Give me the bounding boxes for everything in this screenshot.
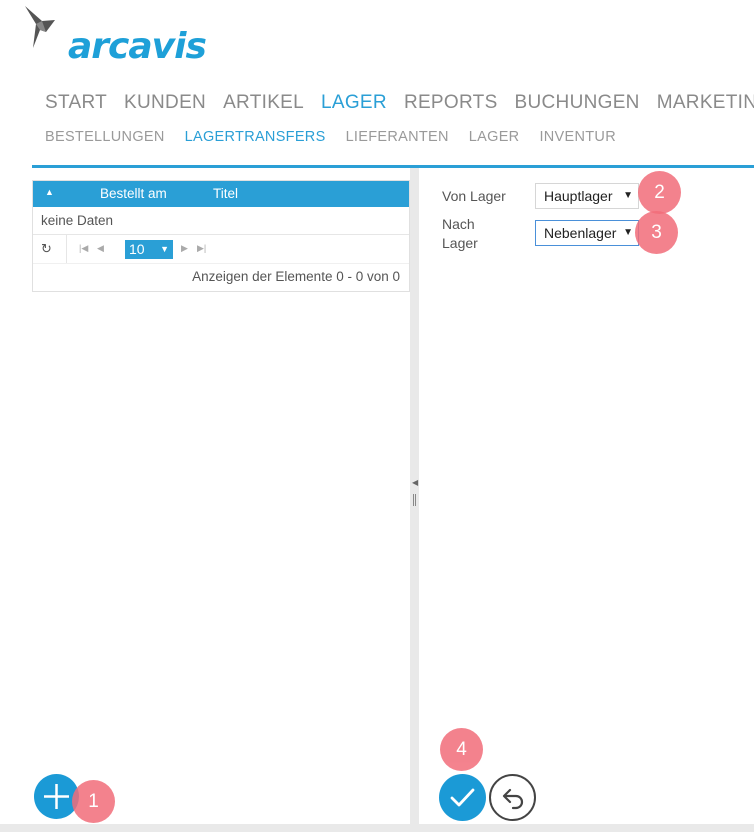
arcavis-logo: arcavis (22, 4, 207, 67)
callout-4: 4 (440, 728, 483, 771)
undo-icon (502, 788, 524, 810)
page-size-select[interactable]: 10 ▼ (125, 240, 173, 259)
pager-info: Anzeigen der Elemente 0 - 0 von 0 (192, 269, 400, 284)
splitter-grip[interactable] (413, 494, 416, 506)
callout-3: 3 (635, 211, 678, 254)
pager-separator (66, 235, 67, 263)
column-bestellt-am[interactable]: Bestellt am (100, 186, 167, 201)
grid-pager: ↻ |◀ ◀ 10 ▼ ▶ ▶| (33, 235, 409, 264)
sort-asc-icon[interactable]: ▲ (45, 187, 54, 197)
sub-nav: BESTELLUNGEN LAGERTRANSFERS LIEFERANTEN LAG… (45, 128, 636, 146)
grid-empty-message: keine Daten (33, 207, 409, 235)
subnav-inventur[interactable]: INVENTUR (539, 129, 616, 145)
grid-header: ▲ Bestellt am Titel (33, 181, 409, 207)
nav-marketing[interactable]: MARKETIN (657, 92, 754, 114)
subnav-lieferanten[interactable]: LIEFERANTEN (346, 129, 449, 145)
nav-reports[interactable]: REPORTS (404, 92, 498, 114)
collapse-arrow-icon[interactable]: ◀ (412, 478, 418, 487)
nach-lager-label-line1: Nach (442, 216, 475, 232)
main-nav: START KUNDEN ARTIKEL LAGER REPORTS BUCHUNGEN M… (45, 92, 754, 114)
bottom-strip (0, 824, 754, 832)
nav-artikel[interactable]: ARTIKEL (223, 92, 304, 114)
nach-lager-value: Nebenlager (544, 225, 617, 241)
nav-buchungen[interactable]: BUCHUNGEN (515, 92, 640, 114)
brand-name: arcavis (68, 26, 207, 67)
nav-start[interactable]: START (45, 92, 107, 114)
chevron-down-icon: ▼ (623, 227, 633, 238)
last-page-icon[interactable]: ▶| (197, 243, 206, 254)
column-titel[interactable]: Titel (213, 186, 238, 201)
subnav-bestellungen[interactable]: BESTELLUNGEN (45, 129, 165, 145)
pane-splitter[interactable]: ◀ (410, 168, 419, 824)
von-lager-select[interactable]: Hauptlager ▼ (535, 183, 639, 209)
refresh-icon[interactable]: ↻ (41, 241, 52, 257)
prev-page-icon[interactable]: ◀ (97, 243, 104, 254)
chevron-down-icon: ▼ (623, 190, 633, 201)
nach-lager-select[interactable]: Nebenlager ▼ (535, 220, 639, 246)
back-button[interactable] (489, 774, 536, 821)
next-page-icon[interactable]: ▶ (181, 243, 188, 254)
von-lager-value: Hauptlager (544, 188, 613, 204)
chevron-down-icon: ▼ (160, 244, 169, 254)
check-icon (450, 788, 475, 807)
nach-lager-label-line2: Lager (442, 235, 478, 251)
first-page-icon[interactable]: |◀ (79, 243, 88, 254)
callout-1: 1 (72, 780, 115, 823)
nav-kunden[interactable]: KUNDEN (124, 92, 206, 114)
nav-lager[interactable]: LAGER (321, 92, 387, 114)
callout-2: 2 (638, 171, 681, 214)
von-lager-label: Von Lager (442, 188, 506, 204)
confirm-button[interactable] (439, 774, 486, 821)
transfer-grid: ▲ Bestellt am Titel keine Daten ↻ |◀ ◀ 1… (32, 180, 410, 292)
subnav-lagertransfers[interactable]: LAGERTRANSFERS (185, 129, 326, 145)
page-size-value: 10 (129, 241, 145, 257)
subnav-lager[interactable]: LAGER (469, 129, 520, 145)
